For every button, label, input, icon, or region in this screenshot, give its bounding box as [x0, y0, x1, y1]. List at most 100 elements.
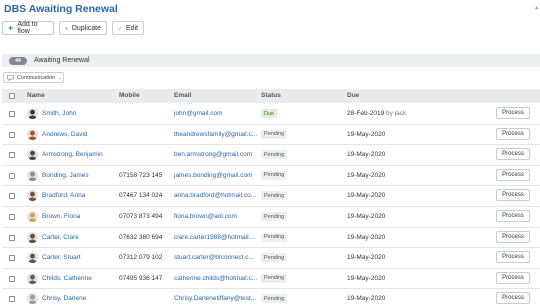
add-to-flow-label: Add to flow	[17, 21, 38, 35]
row-due-date: 19-May-2020	[347, 233, 386, 241]
table-row[interactable]: Smith, John john@gmail.com Due 28-Feb-2019 …	[2, 104, 540, 125]
row-due-date: 19-May-2020	[347, 274, 386, 282]
pencil-icon	[118, 26, 122, 30]
process-button[interactable]: Process	[496, 168, 530, 181]
avatar	[27, 108, 38, 119]
row-checkbox[interactable]	[9, 131, 15, 138]
table-row[interactable]: Carter, Clare 07632 380 694 clare.carter19…	[2, 228, 540, 249]
row-checkbox[interactable]	[9, 296, 15, 303]
row-mobile: 07467 134 024	[119, 192, 163, 200]
row-email-link[interactable]: fiona.brown@aol.com	[174, 213, 237, 220]
plus-icon	[8, 25, 13, 31]
row-due: 19-May-2020	[347, 254, 385, 261]
row-name-link[interactable]: Bradford, Anna	[42, 192, 85, 199]
table-row[interactable]: Childs, Catherine 07495 936 147 catherine.…	[2, 269, 540, 290]
duplicate-icon	[65, 26, 68, 30]
row-mobile: 07632 380 694	[119, 233, 163, 241]
status-badge: Pending	[261, 273, 288, 283]
row-mobile: 07158 723 145	[119, 171, 163, 179]
table-row[interactable]: Armstrong, Benjamin ben.armstrong@gmail.c…	[2, 145, 540, 166]
row-checkbox[interactable]	[9, 152, 15, 159]
avatar	[27, 231, 38, 243]
row-email-link[interactable]: anna.bradford@hotmail.co...	[174, 192, 256, 199]
process-button[interactable]: Process	[496, 292, 530, 305]
row-due: 19-May-2020	[347, 234, 385, 241]
avatar	[27, 128, 38, 140]
row-name-link[interactable]: Andrews, David	[42, 131, 88, 138]
row-checkbox[interactable]	[9, 234, 15, 241]
row-due-date: 28-Feb-2019	[347, 110, 385, 117]
toolbar: Add to flow Duplicate Edit	[2, 21, 144, 35]
col-due-header[interactable]: Due	[347, 92, 359, 99]
table-row[interactable]: Bradford, Anna 07467 134 024 anna.bradford…	[2, 186, 540, 207]
row-email-link[interactable]: ben.armstrong@gmail.com	[174, 151, 252, 158]
table-row[interactable]: Carter, Stuart 07312 079 102 stuart.carter…	[2, 248, 540, 269]
process-button[interactable]: Process	[496, 230, 530, 243]
row-name-link[interactable]: Childs, Catherine	[42, 275, 92, 282]
section-header[interactable]: 44 Awaiting Renewal	[2, 54, 540, 67]
filter-label: Communication	[17, 74, 56, 81]
row-checkbox[interactable]	[9, 214, 15, 220]
process-button[interactable]: Process	[496, 210, 530, 222]
count-badge: 44	[9, 56, 27, 65]
row-checkbox[interactable]	[9, 111, 15, 117]
row-mobile: 07312 079 102	[119, 254, 163, 262]
row-email-link[interactable]: Chrisy.Darlenetiffany@test...	[174, 295, 256, 302]
row-checkbox[interactable]	[9, 275, 15, 282]
row-due: 19-May-2020	[347, 213, 385, 220]
row-name-link[interactable]: Brown, Fiona	[42, 213, 80, 220]
row-due: 28-Feb-2019 by jack	[347, 110, 406, 117]
row-name-link[interactable]: Carter, Clare	[42, 234, 79, 241]
avatar	[27, 252, 38, 264]
duplicate-button[interactable]: Duplicate	[59, 21, 107, 35]
row-due-date: 19-May-2020	[347, 254, 386, 262]
row-due-date: 19-May-2020	[347, 295, 386, 303]
col-email-header[interactable]: Email	[174, 92, 191, 99]
table-row[interactable]: Bonding, James 07158 723 145 james.bonding…	[2, 166, 540, 187]
row-due: 19-May-2020	[347, 131, 385, 138]
row-due: 19-May-2020	[347, 192, 385, 199]
row-email-link[interactable]: john@gmail.com	[174, 110, 223, 117]
avatar	[27, 190, 38, 202]
process-button[interactable]: Process	[496, 107, 530, 119]
table-header: Name Mobile Email Status Due	[2, 89, 540, 103]
process-button[interactable]: Process	[496, 251, 530, 264]
process-button[interactable]: Process	[496, 271, 530, 284]
section-label: Awaiting Renewal	[34, 57, 90, 64]
row-email-link[interactable]: stuart.carter@btconnect.c...	[174, 254, 254, 261]
row-name-link[interactable]: Bonding, James	[42, 172, 89, 179]
row-email-link[interactable]: catherine.childs@hotmail.c...	[174, 275, 257, 282]
row-due: 19-May-2020	[347, 295, 385, 302]
row-name-link[interactable]: Carter, Stuart	[42, 254, 81, 261]
row-name-link[interactable]: Armstrong, Benjamin	[42, 151, 103, 158]
col-mobile-header[interactable]: Mobile	[119, 92, 140, 99]
row-due-by: by jack	[386, 110, 407, 117]
page-title: DBS Awaiting Renewal	[4, 3, 118, 15]
row-email-link[interactable]: james.bonding@gmail.com	[174, 172, 253, 179]
table-row[interactable]: Brown, Fiona 07073 873 494 fiona.brown@aol…	[2, 207, 540, 228]
add-to-flow-button[interactable]: Add to flow	[2, 21, 54, 35]
row-checkbox[interactable]	[9, 193, 15, 200]
row-name-link[interactable]: Chrisy, Darlene	[42, 295, 86, 302]
process-button[interactable]: Process	[496, 189, 530, 202]
process-button[interactable]: Process	[496, 127, 530, 140]
row-checkbox[interactable]	[9, 255, 15, 262]
table-row[interactable]: Andrews, David theandrewsfamily@gmail.c..…	[2, 125, 540, 146]
caret-up-icon[interactable]: ▴	[535, 4, 538, 11]
row-name-link[interactable]: Smith, John	[42, 110, 76, 117]
select-all-checkbox[interactable]	[9, 93, 15, 99]
row-due: 19-May-2020	[347, 172, 385, 179]
status-badge: Pending	[261, 129, 288, 139]
table-row[interactable]: Chrisy, Darlene Chrisy.Darlenetiffany@tes…	[2, 289, 540, 306]
row-email-link[interactable]: theandrewsfamily@gmail.c...	[174, 131, 257, 138]
process-button[interactable]: Process	[496, 148, 530, 161]
row-email-link[interactable]: clare.carter1988@hotmail....	[174, 234, 256, 241]
communication-filter[interactable]: Communication →	[3, 72, 64, 83]
avatar	[27, 149, 38, 161]
col-status-header[interactable]: Status	[261, 92, 281, 99]
row-checkbox[interactable]	[9, 172, 15, 179]
avatar	[27, 272, 38, 284]
col-name-header[interactable]: Name	[27, 92, 45, 99]
row-mobile: 07495 936 147	[119, 274, 163, 282]
edit-button[interactable]: Edit	[112, 21, 144, 35]
